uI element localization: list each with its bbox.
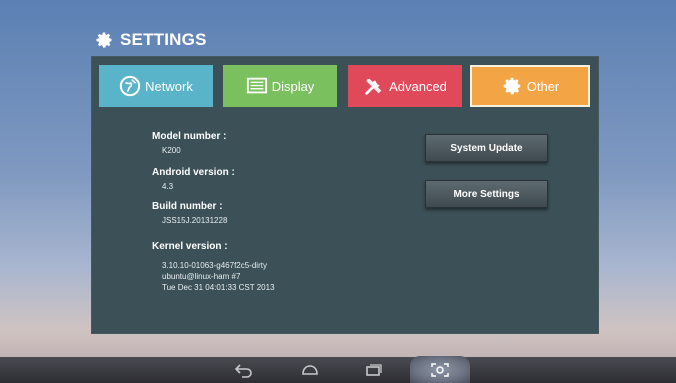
screenshot-button[interactable] — [428, 360, 452, 380]
home-button[interactable] — [298, 360, 322, 380]
back-icon — [234, 364, 252, 378]
tab-network[interactable]: Network — [99, 65, 213, 107]
gear-icon — [503, 77, 520, 95]
page-title: SETTINGS — [120, 30, 207, 49]
tab-display[interactable]: Display — [223, 65, 337, 107]
screenshot-button-highlight — [410, 356, 470, 383]
tab-display-label: Display — [271, 78, 315, 94]
tab-other[interactable]: Other — [470, 65, 590, 107]
home-icon — [302, 365, 318, 375]
kernel-version-label: Kernel version : — [152, 241, 228, 252]
globe-icon — [119, 75, 141, 97]
navigation-bar — [0, 356, 676, 383]
screenshot-icon — [431, 363, 449, 377]
tab-other-label: Other — [526, 78, 560, 94]
more-settings-button[interactable]: More Settings — [425, 180, 548, 208]
tab-advanced-label: Advanced — [389, 78, 447, 94]
tools-icon — [365, 78, 382, 95]
kernel-version-line2: ubuntu@linux-ham #7 — [162, 272, 241, 281]
build-number-value: JSS15J.20131228 — [162, 216, 228, 225]
build-number-label: Build number : — [152, 201, 223, 212]
recent-apps-button[interactable] — [362, 360, 386, 380]
display-icon — [246, 77, 267, 94]
recent-apps-icon — [366, 364, 382, 376]
system-update-button[interactable]: System Update — [425, 134, 548, 162]
kernel-version-line1: 3.10.10-01063-g467f2c5-dirty — [162, 261, 267, 270]
kernel-version-line3: Tue Dec 31 04:01:33 CST 2013 — [162, 283, 275, 292]
android-version-label: Android version : — [152, 167, 235, 178]
gear-icon — [96, 32, 112, 48]
settings-panel: Network Display Advanced Other Model num… — [92, 57, 598, 333]
model-number-value: K200 — [162, 146, 181, 155]
android-version-value: 4.3 — [162, 182, 174, 191]
tab-network-label: Network — [145, 78, 193, 94]
settings-header: SETTINGS — [94, 27, 207, 53]
tab-advanced[interactable]: Advanced — [348, 65, 462, 107]
model-number-label: Model number : — [152, 131, 227, 142]
back-button[interactable] — [232, 360, 256, 380]
